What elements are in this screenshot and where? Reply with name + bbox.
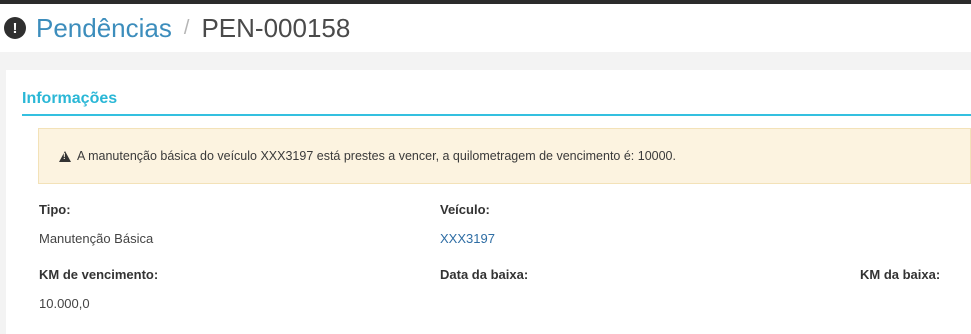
veiculo-label: Veículo: <box>440 202 490 217</box>
km-vencimento-label: KM de vencimento: <box>39 267 159 282</box>
veiculo-link[interactable]: XXX3197 <box>440 231 495 246</box>
tipo-value: Manutenção Básica <box>39 231 154 246</box>
data-baixa-label: Data da baixa: <box>440 267 529 282</box>
km-baixa-label: KM da baixa: <box>860 267 941 282</box>
exclamation-circle-icon: ! <box>4 17 26 39</box>
info-panel: Informações A manutenção básica do veícu… <box>6 70 971 334</box>
km-vencimento-value: 10.000,0 <box>39 296 90 311</box>
breadcrumb-separator: / <box>183 16 190 39</box>
app-frame: ! Pendências / PEN-000158 Informações A … <box>0 0 971 334</box>
page-header: ! Pendências / PEN-000158 <box>0 4 971 52</box>
warning-triangle-icon <box>59 150 71 162</box>
page-title: PEN-000158 <box>201 12 351 43</box>
section-title: Informações <box>22 90 118 107</box>
warning-alert: A manutenção básica do veículo XXX3197 e… <box>38 128 971 184</box>
breadcrumb-pendencias[interactable]: Pendências <box>36 13 172 44</box>
section-divider <box>22 114 971 116</box>
tipo-label: Tipo: <box>39 202 71 217</box>
warning-text: A manutenção básica do veículo XXX3197 e… <box>77 149 676 163</box>
